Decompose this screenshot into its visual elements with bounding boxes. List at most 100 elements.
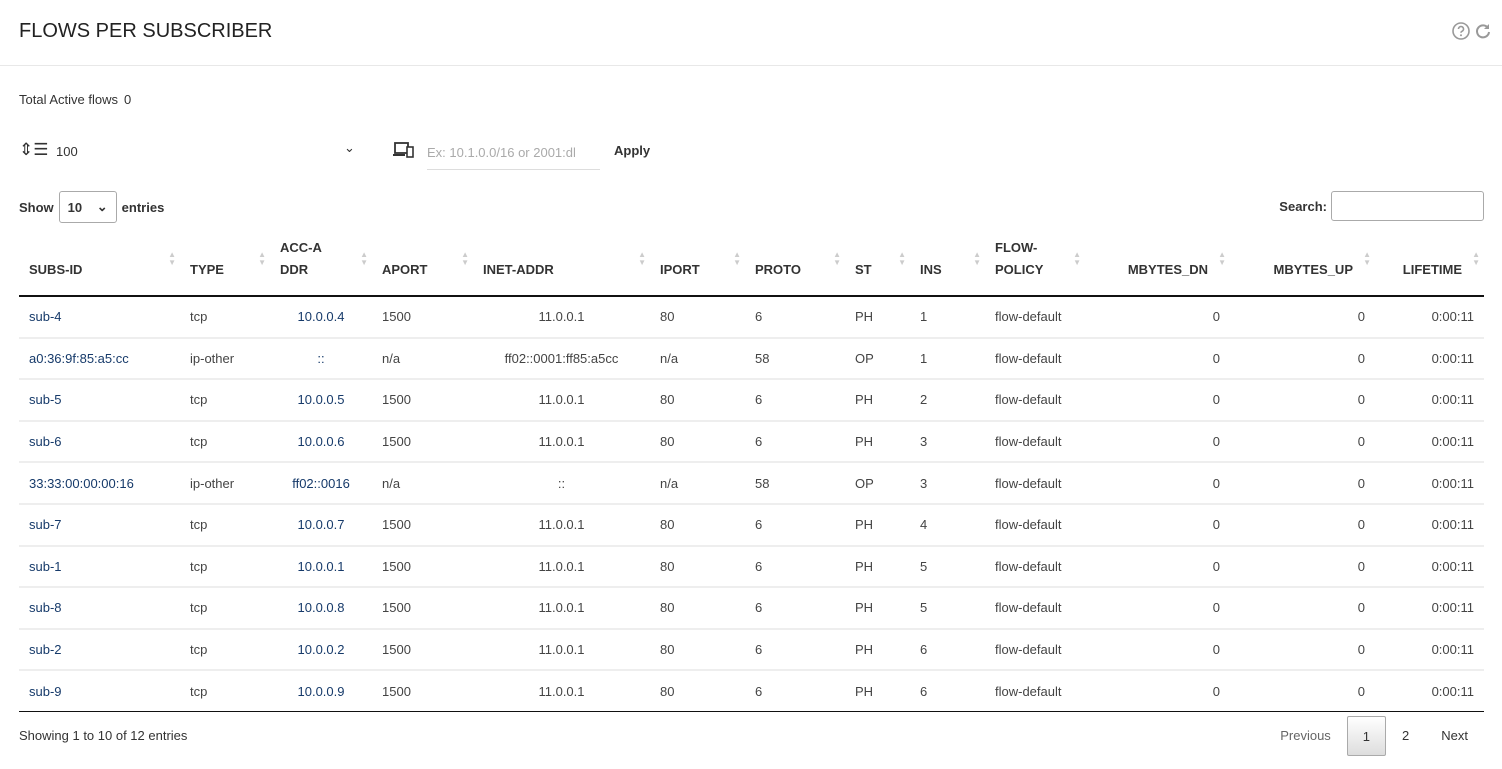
table-row[interactable]: sub-2 tcp 10.0.0.2 1500 11.0.0.1 80 6 PH 6 flow-d… [19, 627, 1484, 671]
cell-lifetime: 0:00:11 [1375, 378, 1484, 421]
sort-icon[interactable]: ▲ ▼ [973, 251, 981, 267]
table-info: Showing 1 to 10 of 12 entries [19, 728, 188, 743]
table-row[interactable]: sub-7 tcp 10.0.0.7 1500 11.0.0.1 80 6 PH 4 flow-d… [19, 502, 1484, 546]
address-filter-input[interactable] [427, 136, 600, 170]
column-label: MBYTES_DN [1127, 262, 1208, 277]
table-row[interactable]: sub-6 tcp 10.0.0.6 1500 11.0.0.1 80 6 PH 3 flow-d… [19, 419, 1484, 463]
table-row[interactable]: 33:33:00:00:00:16 ip-other ff02::0016 n/a::… [19, 461, 1484, 504]
sort-icon[interactable]: ▲ ▼ [1472, 251, 1480, 267]
table-row[interactable]: a0:36:9f:85:a5:cc ip-other:: n/a ff02::0001… [19, 336, 1484, 380]
sort-icon[interactable]: ▲ ▼ [461, 251, 469, 267]
help-icon[interactable] [1452, 22, 1470, 40]
column-header-subs-id[interactable]: SUBS-ID ▲ ▼ [19, 237, 180, 297]
column-header-inet-addr[interactable]: INET-ADDR ▲ ▼ [473, 237, 650, 297]
cell-ins: 5 [910, 544, 985, 588]
cell-inet-addr: ff02::0001:ff85:a5cc [473, 336, 650, 380]
cell-subs-id[interactable]: 33:33:00:00:00:16 [19, 461, 180, 504]
sort-icon[interactable]: ▲ ▼ [258, 251, 266, 267]
cell-subs-id[interactable]: sub-1 [19, 544, 180, 588]
cell-subs-id[interactable]: a0:36:9f:85:a5:cc [19, 336, 180, 380]
cell-iport: 80 [650, 378, 745, 421]
next-button[interactable]: Next [1425, 716, 1484, 756]
cell-subs-id[interactable]: sub-7 [19, 502, 180, 546]
cell-subs-id[interactable]: sub-2 [19, 627, 180, 671]
sort-icon[interactable]: ▲ ▼ [733, 251, 741, 267]
sort-icon[interactable]: ▲ ▼ [1363, 251, 1371, 267]
sort-icon[interactable]: ▲ ▼ [1218, 251, 1226, 267]
cell-mbytes-up: 0 [1230, 336, 1375, 380]
column-label: SUBS-ID [29, 262, 83, 277]
cell-acc-addr: 10.0.0.9 [270, 669, 372, 713]
cell-ins: 1 [920, 309, 928, 325]
search-input[interactable] [1331, 191, 1484, 221]
column-label: ST [855, 262, 872, 277]
cell-mbytes-dn: 0 [1085, 378, 1230, 421]
cell-inet-addr: 11.0.0.1 [473, 502, 650, 546]
cell-mbytes-up: 0 [1230, 502, 1375, 546]
column-header-mbytes-dn[interactable]: MBYTES_DN ▲ ▼ [1085, 237, 1230, 297]
cell-mbytes-up: 0 [1230, 627, 1375, 671]
sort-icon[interactable]: ▲ ▼ [168, 251, 176, 267]
cell-subs-id[interactable]: sub-8 [19, 586, 180, 629]
cell-mbytes-dn: 0 [1085, 502, 1230, 546]
page-1-button[interactable]: 1 [1346, 716, 1387, 756]
sort-icon[interactable]: ▲ ▼ [1073, 251, 1081, 267]
cell-acc-addr: 10.0.0.2 [270, 627, 372, 671]
cell-type: tcp [180, 378, 270, 421]
previous-button[interactable]: Previous [1264, 716, 1347, 756]
cell-type: tcp [180, 586, 270, 629]
cell-subs-id[interactable]: sub-6 [19, 419, 180, 463]
sort-icon[interactable]: ▲ ▼ [833, 251, 841, 267]
cell-lifetime: 0:00:11 [1375, 586, 1484, 629]
cell-mbytes-dn: 0 [1085, 586, 1230, 629]
cell-mbytes-dn: 0 [1085, 544, 1230, 588]
table-row[interactable]: sub-9 tcp 10.0.0.9 1500 11.0.0.1 80 6 PH 6 flow-d… [19, 669, 1484, 713]
column-header-flow-policy[interactable]: FLOW-POLICY ▲ ▼ [985, 237, 1085, 297]
cell-st: PH [845, 544, 910, 588]
column-header-ins[interactable]: INS ▲ ▼ [910, 237, 985, 297]
sort-lines-icon: ⇕☰ [19, 140, 49, 159]
cell-lifetime: 0:00:11 [1375, 419, 1484, 463]
cell-aport: 1500 [372, 586, 473, 629]
chevron-down-icon[interactable]: ⌄ [344, 140, 355, 156]
cell-iport: 80 [650, 586, 745, 629]
column-header-proto[interactable]: PROTO ▲ ▼ [745, 237, 845, 297]
entries-label: entries [121, 199, 165, 215]
table-row[interactable]: sub-8 tcp 10.0.0.8 1500 11.0.0.1 80 6 PH 5 flow-d… [19, 586, 1484, 629]
page-2-button[interactable]: 2 [1386, 716, 1425, 756]
cell-flow-policy: flow-default [985, 461, 1085, 504]
apply-button[interactable]: Apply [614, 143, 650, 158]
cell-mbytes-dn: 0 [1085, 419, 1230, 463]
column-header-lifetime[interactable]: LIFETIME ▲ ▼ [1375, 237, 1484, 297]
table-row[interactable]: sub-4 tcp 10.0.0.4 1500 11.0.0.1 80 6 PH 1 flow-d… [19, 296, 1484, 338]
column-header-acc-addr[interactable]: ACC-ADDR ▲ ▼ [270, 237, 372, 297]
devices-icon [393, 142, 414, 158]
entries-select[interactable]: 10 ⌄ [58, 191, 117, 223]
column-header-st[interactable]: ST ▲ ▼ [845, 237, 910, 297]
cell-subs-id[interactable]: sub-4 [19, 296, 180, 338]
cell-type: tcp [180, 419, 270, 463]
cell-inet-addr: 11.0.0.1 [538, 309, 585, 325]
cell-subs-id[interactable]: sub-9 [19, 669, 180, 713]
total-value: 0 [124, 92, 132, 107]
sort-icon[interactable]: ▲ ▼ [360, 251, 368, 267]
column-header-iport[interactable]: IPORT ▲ ▼ [650, 237, 745, 297]
cell-lifetime: 0:00:11 [1375, 461, 1484, 504]
cell-iport: n/a [650, 336, 745, 380]
cell-st: OP [845, 461, 910, 504]
table-row[interactable]: sub-1 tcp 10.0.0.1 1500 11.0.0.1 80 6 PH 5 flow-d… [19, 544, 1484, 588]
sort-icon[interactable]: ▲ ▼ [638, 251, 646, 267]
column-label: INET-ADDR [483, 262, 554, 277]
table-row[interactable]: sub-5 tcp 10.0.0.5 1500 11.0.0.1 80 6 PH 2 flow-d… [19, 378, 1484, 421]
refresh-icon[interactable] [1474, 22, 1492, 40]
column-header-type[interactable]: TYPE ▲ ▼ [180, 237, 270, 297]
limit-select[interactable]: 100 [56, 144, 78, 159]
filter-controls: ⇕☰ 100 ⌄ Apply [19, 136, 659, 172]
cell-flow-policy: flow-default [985, 586, 1085, 629]
sort-icon[interactable]: ▲ ▼ [898, 251, 906, 267]
cell-type: tcp [180, 502, 270, 546]
cell-subs-id[interactable]: sub-5 [19, 378, 180, 421]
column-header-aport[interactable]: APORT ▲ ▼ [372, 237, 473, 297]
column-header-mbytes-up[interactable]: MBYTES_UP ▲ ▼ [1230, 237, 1375, 297]
cell-flow-policy: flow-default [985, 378, 1085, 421]
